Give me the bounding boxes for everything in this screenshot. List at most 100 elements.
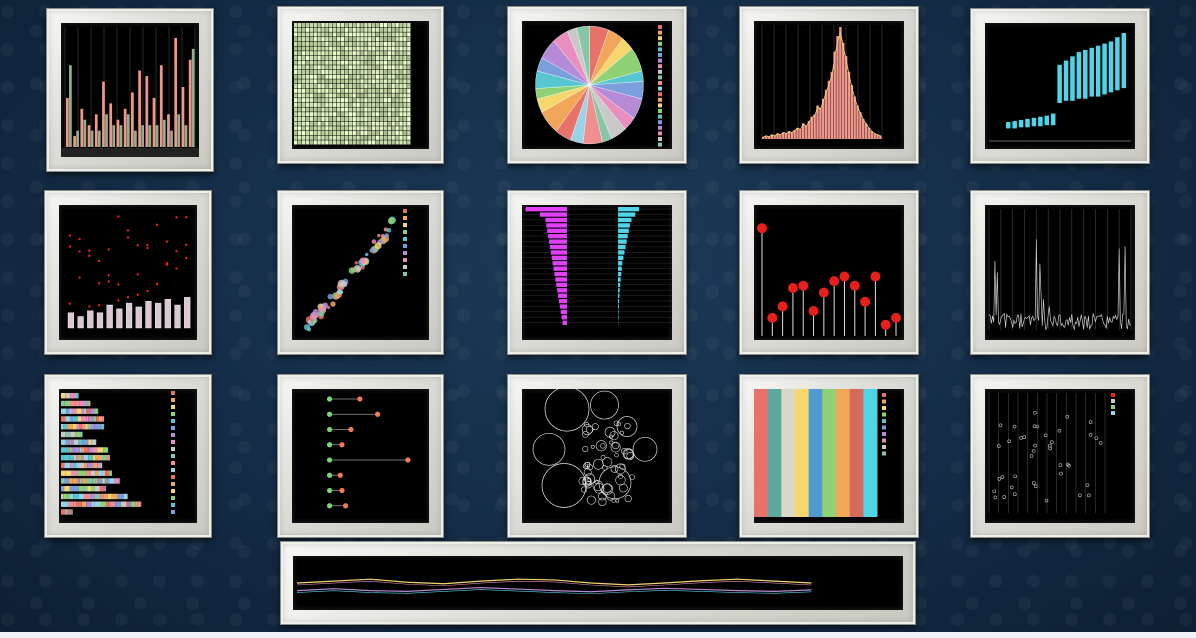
legend-swatch [171,482,175,486]
bar [152,97,156,147]
heat-cell [309,79,313,84]
bar-segment [72,478,78,484]
heat-cell [329,23,333,28]
legend-swatch [882,406,886,410]
heat-cell [360,84,364,89]
bar-segment [79,431,83,438]
chart-frame-stacked-horizontal-bar[interactable] [44,374,212,538]
bar-segment [96,416,99,422]
outlier [136,273,139,276]
heat-cell [340,79,345,84]
chart-frame-time-series[interactable] [970,190,1150,355]
chart-screen [754,205,904,340]
heat-cell [368,37,372,42]
heat-cell [344,74,349,79]
heat-cell [329,65,333,70]
heat-cell [372,102,376,107]
chart-frame-grouped-bar[interactable] [46,8,214,172]
chart-screen [522,205,672,340]
heat-cell [313,102,317,107]
heat-cell [356,51,360,56]
heat-cell [301,46,306,51]
chart-frame-packed-bubbles[interactable] [507,374,687,538]
heat-cell [395,32,399,37]
chart-frame-heatmap[interactable] [277,6,444,164]
chart-frame-dumbbell[interactable] [277,374,444,538]
heat-cell [325,140,329,145]
heat-cell [313,55,317,61]
heat-cell [360,69,364,75]
heat-cell [407,84,411,89]
chart-frame-wide-lines[interactable] [280,541,916,625]
heat-cell [301,55,306,61]
bar-segment [78,455,82,461]
heat-cell [352,112,356,117]
heat-cell [321,46,325,51]
heat-cell [348,79,352,84]
heat-cell [329,69,333,75]
bar-segment [89,493,95,500]
chart-frame-colored-bands[interactable] [739,374,919,538]
box [125,302,133,329]
heat-cell [383,102,388,107]
heat-cell [313,88,317,93]
legend-swatch [403,237,407,241]
chart-screen [522,21,672,149]
heat-cell [313,98,317,103]
chart-frame-lollipop[interactable] [739,190,919,355]
heat-cell [340,55,345,61]
bar-right [618,261,623,266]
heat-cell [375,74,380,79]
chart-frame-box-plot[interactable] [44,190,212,355]
chart-frame-sparse-dots[interactable] [970,374,1150,538]
heat-cell [309,55,313,61]
heat-cell [294,23,298,28]
heat-cell [391,27,395,32]
heat-cell [364,41,368,46]
heat-cell [325,112,329,117]
heat-cell [375,32,380,37]
heat-cell [356,41,360,46]
heat-cell [309,88,313,93]
heat-cell [403,126,407,131]
heat-cell [317,55,321,61]
heat-cell [356,46,360,51]
heat-cell [356,27,360,32]
bar-segment [102,478,105,484]
bar-right [618,271,622,277]
chart-frame-pie[interactable] [507,6,687,164]
bar-segment [90,486,95,492]
heat-cell [352,55,356,61]
heat-cell [375,27,380,32]
heat-cell [395,135,399,140]
heat-cell [383,69,388,75]
heat-cell [403,121,407,126]
heat-cell [360,140,364,145]
heat-cell [301,41,306,46]
heat-cell [403,46,407,51]
heat-cell [348,135,352,140]
heat-cell [356,65,360,70]
legend-swatch [658,131,662,136]
heat-cell [375,140,380,145]
heat-cell [403,51,407,56]
heat-cell [329,135,333,140]
chart-frame-histogram[interactable] [739,6,919,164]
heat-cell [301,51,306,56]
heat-cell [383,98,388,103]
chart-frame-diverging-bar[interactable] [507,190,687,355]
bar [105,114,108,147]
bar-left [561,315,567,320]
legend-swatch [171,419,175,423]
chart-frame-scatter-labeled[interactable] [277,190,444,355]
heat-cell [333,41,337,46]
chart-frame-floating-bar[interactable] [970,8,1150,164]
bubble [586,495,596,505]
bar [138,70,141,147]
heat-cell [297,140,302,145]
bar [134,130,137,147]
outlier [88,249,91,252]
bar-segment [61,393,66,399]
bar-segment [69,439,72,445]
heat-cell [348,27,352,32]
